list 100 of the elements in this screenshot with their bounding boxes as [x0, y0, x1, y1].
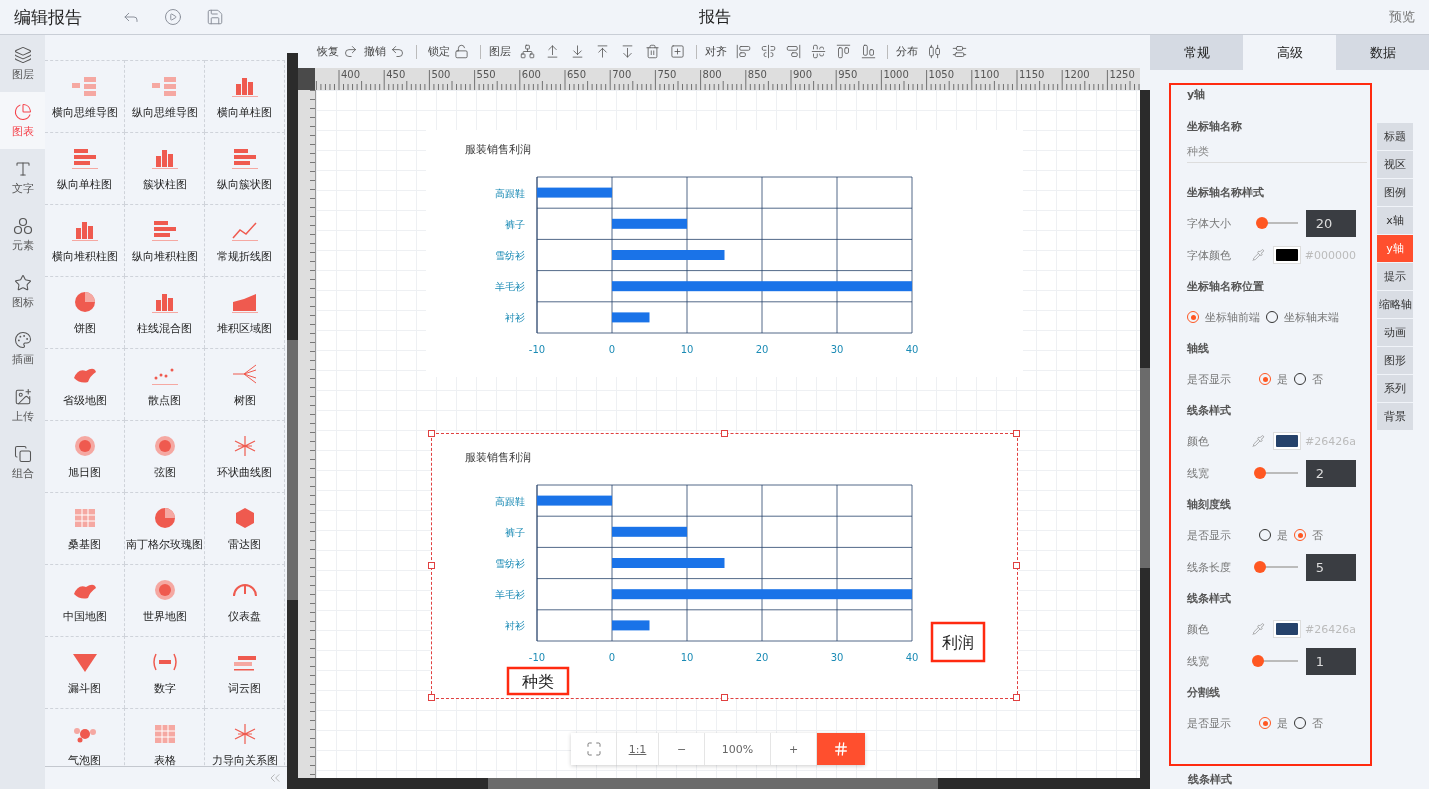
resize-handle[interactable] [428, 562, 435, 569]
side-tab[interactable]: 图例 [1377, 179, 1413, 206]
side-tab[interactable]: 动画 [1377, 319, 1413, 346]
chart-type-item[interactable]: 旭日图 [45, 420, 125, 492]
slider-thumb[interactable] [1254, 561, 1267, 573]
play-button[interactable] [164, 8, 182, 26]
color-swatch[interactable] [1273, 246, 1301, 264]
radio-option[interactable]: 否 [1294, 527, 1323, 543]
chart-type-item[interactable]: 数字 [125, 636, 205, 708]
page-title: 编辑报告 [14, 5, 82, 29]
number-input[interactable]: 2 [1305, 459, 1356, 487]
chart-type-item[interactable]: 纵向堆积柱图 [125, 204, 205, 276]
radio-option[interactable]: 否 [1294, 371, 1323, 387]
field-label: 线条长度 [1187, 559, 1232, 575]
chart-type-item[interactable]: 纵向思维导图 [125, 60, 205, 132]
field-label: 颜色 [1187, 621, 1210, 637]
resize-handle[interactable] [720, 694, 728, 701]
zoom-out-button[interactable]: − [659, 733, 705, 765]
panel-tab[interactable]: 常规 [1150, 35, 1243, 70]
side-tab[interactable]: x轴 [1377, 207, 1413, 234]
panel-tab[interactable]: 数据 [1336, 35, 1429, 70]
resize-handle[interactable] [1013, 694, 1020, 701]
chart-type-item[interactable]: 省级地图 [45, 348, 125, 420]
zoom-in-button[interactable]: + [771, 733, 817, 765]
chart-card[interactable]: 服装销售利润 高跟鞋 裤子 雪纺衫 羊毛衫 衬衫 -10 0 10 20 30 40 利润 种类 [431, 433, 1018, 699]
zoom-level[interactable]: 100% [705, 733, 771, 765]
side-tab[interactable]: 背景 [1377, 403, 1413, 430]
lock-button[interactable]: 锁定 [425, 44, 472, 59]
redo-icon [343, 44, 358, 59]
layers-icon [13, 45, 32, 64]
field-label: 是否显示 [1187, 371, 1232, 387]
chart-type-item[interactable]: 柱线混合图 [125, 276, 205, 348]
section-title: 线条样式 [1187, 590, 1232, 607]
chart-type-item[interactable]: 雷达图 [205, 492, 285, 564]
resize-handle[interactable] [428, 430, 435, 437]
scrollbar[interactable] [287, 53, 298, 789]
chart-type-item[interactable]: 南丁格尔玫瑰图 [125, 492, 205, 564]
side-tab[interactable]: 图形 [1377, 347, 1413, 374]
side-tab[interactable]: 视区 [1377, 151, 1413, 178]
star-icon [13, 273, 32, 292]
bar [612, 620, 650, 631]
side-tab[interactable]: 提示 [1377, 263, 1413, 290]
radio-option[interactable]: 是 [1259, 527, 1288, 543]
chart-type-item[interactable]: 横向堆积柱图 [45, 204, 125, 276]
radio-option[interactable]: 否 [1294, 715, 1323, 731]
side-tab[interactable]: 标题 [1377, 123, 1413, 150]
tick-label: 20 [755, 652, 769, 663]
section-title: 线条样式 [1187, 402, 1232, 419]
chart-type-item[interactable]: 中国地图 [45, 564, 125, 636]
chart-type-item[interactable]: 树图 [205, 348, 285, 420]
chart-type-item[interactable]: 簇状柱图 [125, 132, 205, 204]
chart-type-item[interactable]: 饼图 [45, 276, 125, 348]
resize-handle[interactable] [720, 430, 728, 437]
section-title: 轴刻度线 [1187, 496, 1232, 513]
side-tab[interactable]: 缩略轴 [1377, 291, 1413, 318]
chart-type-item[interactable]: 散点图 [125, 348, 205, 420]
number-input[interactable]: 20 [1305, 209, 1356, 237]
radio-option[interactable]: 是 [1259, 371, 1288, 387]
radio-option[interactable]: 坐标轴前端 [1187, 309, 1260, 325]
grid-toggle-button[interactable] [817, 733, 865, 765]
resize-handle[interactable] [1013, 430, 1020, 437]
chart-type-item[interactable]: 横向思维导图 [45, 60, 125, 132]
align-bottom-icon [861, 44, 876, 59]
color-swatch[interactable] [1273, 620, 1302, 638]
chart-type-item[interactable]: 世界地图 [125, 564, 205, 636]
chart-type-item[interactable]: 环状曲线图 [205, 420, 285, 492]
redo-button[interactable]: 恢复 [314, 44, 361, 59]
chart-type-item[interactable]: 纵向簇状图 [205, 132, 285, 204]
play-icon [164, 8, 182, 26]
radio-option[interactable]: 坐标轴末端 [1266, 309, 1339, 325]
chart-type-item[interactable]: 漏斗图 [45, 636, 125, 708]
slider-thumb[interactable] [1254, 467, 1267, 479]
chart-type-item[interactable]: 常规折线图 [205, 204, 285, 276]
color-swatch[interactable] [1273, 432, 1302, 450]
chart-type-item[interactable]: 桑基图 [45, 492, 125, 564]
chart-card[interactable]: 服装销售利润 高跟鞋 裤子 雪纺衫 羊毛衫 衬衫 -10 0 10 20 30 40 [426, 130, 1023, 377]
field-label: 是否显示 [1187, 527, 1232, 543]
scrollbar[interactable] [1140, 90, 1150, 778]
chart-type-item[interactable]: 弦图 [125, 420, 205, 492]
align-middle-icon [811, 44, 826, 59]
slider-thumb[interactable] [1256, 217, 1269, 229]
chart-type-item[interactable]: 词云图 [205, 636, 285, 708]
slider-thumb[interactable] [1252, 655, 1265, 667]
sidebar-item[interactable]: 图表 [0, 92, 45, 149]
resize-handle[interactable] [1013, 562, 1020, 569]
chart-type-item[interactable]: 仪表盘 [205, 564, 285, 636]
fullscreen-icon [585, 741, 602, 757]
scrollbar[interactable] [298, 778, 1150, 789]
radio-option[interactable]: 是 [1259, 715, 1288, 731]
preview-link[interactable]: 预览 [1389, 8, 1415, 26]
number-input[interactable]: 1 [1305, 647, 1356, 675]
distribute-horizontal-icon [927, 44, 942, 59]
chart-type-item[interactable]: 堆积区域图 [205, 276, 285, 348]
side-tab[interactable]: 系列 [1377, 375, 1413, 402]
actual-size-button[interactable]: 1:1 [617, 733, 659, 765]
chart-type-item[interactable]: 纵向单柱图 [45, 132, 125, 204]
number-input[interactable]: 5 [1305, 553, 1356, 581]
resize-handle[interactable] [428, 694, 435, 701]
chart-type-item[interactable]: 横向单柱图 [205, 60, 285, 132]
undo-button[interactable]: 撤销 [361, 44, 408, 59]
